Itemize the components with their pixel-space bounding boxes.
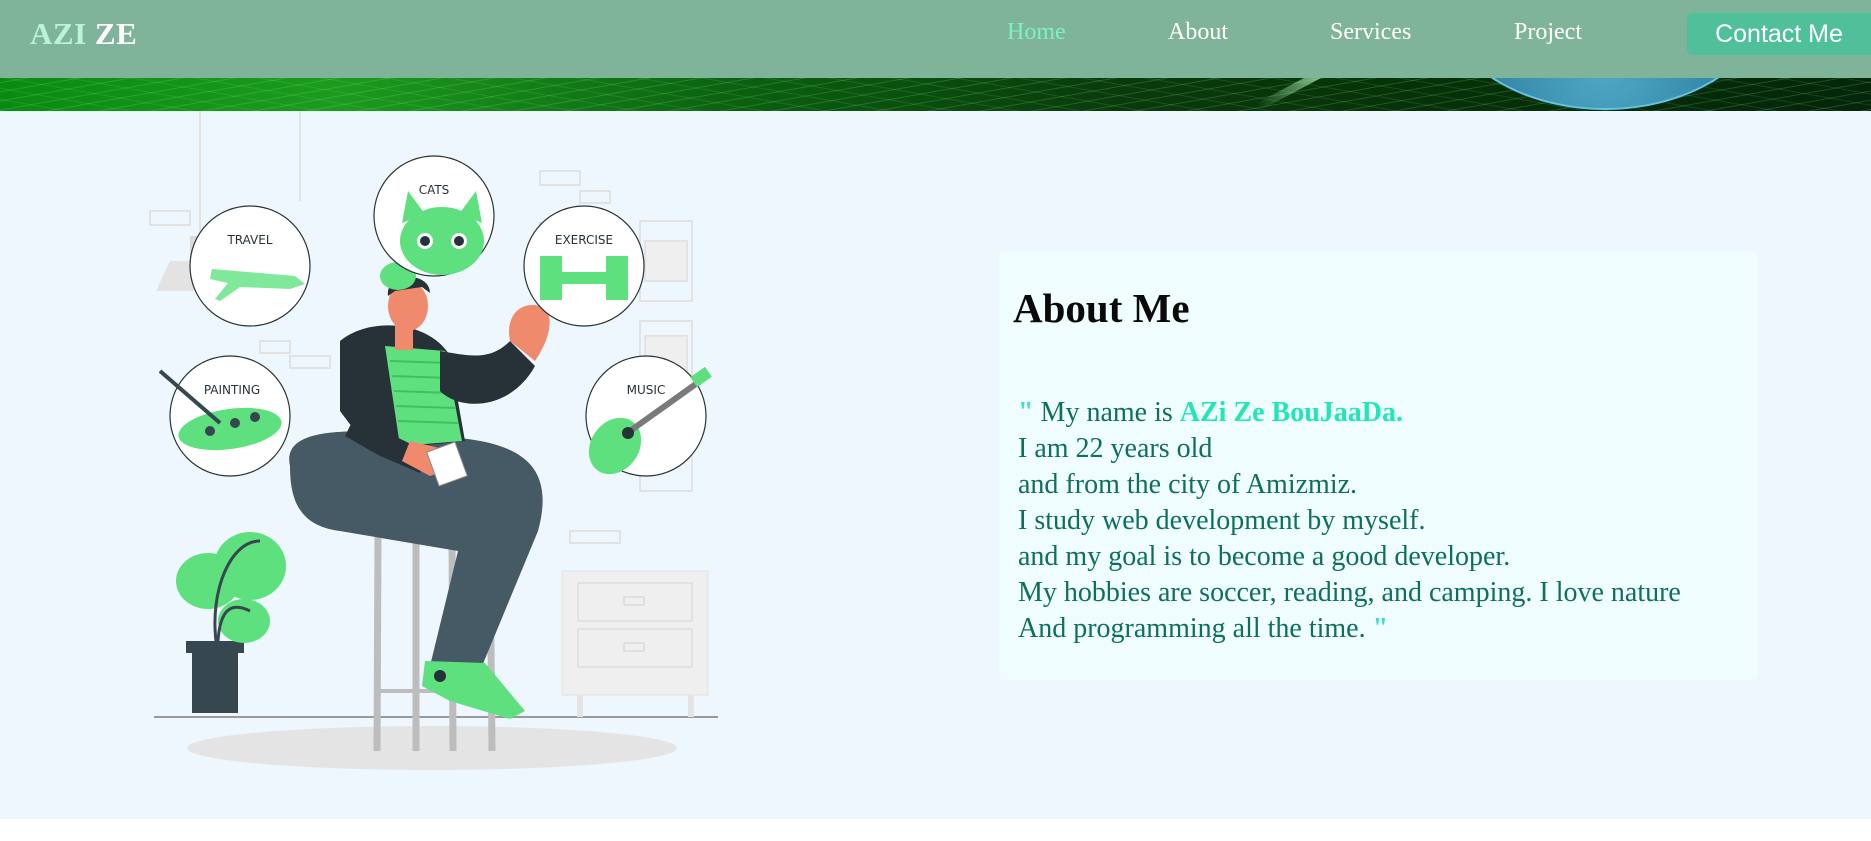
hobby-label-exercise: EXERCISE (555, 233, 613, 247)
nav-link-project[interactable]: Project (1514, 19, 1582, 46)
hobby-label-travel: TRAVEL (226, 233, 272, 247)
quote-open-mark: " (1018, 397, 1034, 428)
plant (176, 532, 286, 713)
about-title: About Me (1013, 285, 1190, 331)
about-name: AZi Ze BouJaaDa. (1179, 397, 1404, 428)
quote-close-mark: " (1372, 613, 1389, 644)
nav-link-services[interactable]: Services (1330, 19, 1411, 46)
about-card: About Me " My name is AZi Ze BouJaaDa. I… (999, 251, 1758, 680)
about-line: and my goal is to become a good develope… (1018, 541, 1511, 572)
nav-links: Home About Services Project (0, 19, 1871, 49)
about-intro-line: " My name is AZi Ze BouJaaDa. (1018, 395, 1778, 431)
floor-shadow (187, 726, 677, 770)
nav-link-about[interactable]: About (1168, 19, 1228, 46)
nightstand (561, 570, 709, 717)
hobby-label-cats: CATS (419, 183, 450, 197)
about-section: TRAVEL CATS EXERCISE PAINTING MUSIC Abou… (0, 111, 1871, 819)
hobbies-illustration: TRAVEL CATS EXERCISE PAINTING MUSIC (149, 111, 718, 770)
about-line: I study web development by myself. (1018, 505, 1426, 536)
about-last-text: And programming all the time. (1018, 613, 1366, 644)
about-text: " My name is AZi Ze BouJaaDa. I am 22 ye… (1018, 395, 1778, 647)
contact-me-button[interactable]: Contact Me (1687, 13, 1871, 55)
hobby-painting: PAINTING (158, 355, 291, 477)
navbar: AZI ZE Home About Services Project Conta… (0, 0, 1871, 78)
nav-link-home[interactable]: Home (1007, 19, 1066, 46)
hobby-label-music: MUSIC (627, 383, 666, 397)
hobby-cats: CATS (373, 155, 495, 277)
about-last-line: And programming all the time. " (1018, 611, 1778, 647)
hobby-travel: TRAVEL (189, 205, 311, 327)
about-line: and from the city of Amizmiz. (1018, 469, 1358, 500)
page-bottom-spacer (0, 819, 1871, 841)
about-intro: My name is (1040, 397, 1173, 428)
about-line: I am 22 years old (1018, 433, 1213, 464)
hobby-exercise: EXERCISE (523, 205, 645, 327)
about-line: My hobbies are soccer, reading, and camp… (1018, 577, 1681, 608)
hobby-label-painting: PAINTING (204, 383, 260, 397)
